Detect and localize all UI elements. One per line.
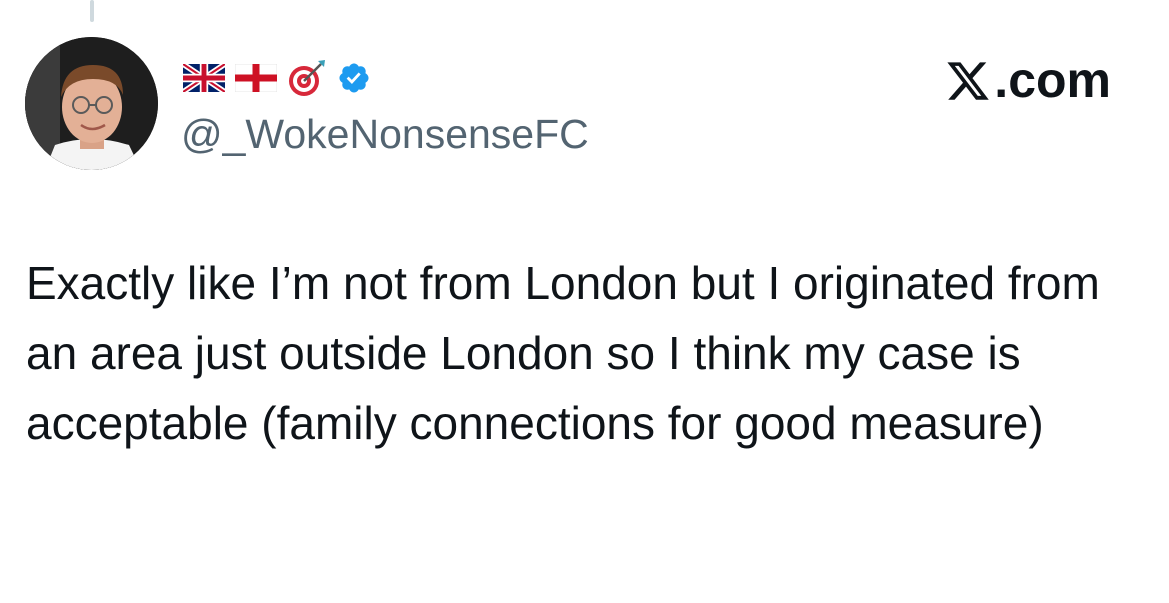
england-flag-icon (234, 63, 278, 93)
uk-flag-icon (181, 61, 227, 95)
x-logo-icon (944, 57, 992, 103)
tweet-text: Exactly like I’m not from London but I o… (26, 257, 1100, 449)
user-handle[interactable]: @_WokeNonsenseFC (181, 110, 589, 158)
thread-connector-line (90, 0, 94, 22)
brand-watermark: .com (944, 50, 1111, 110)
display-name-emojis (181, 58, 371, 98)
brand-label: .com (994, 52, 1111, 108)
direct-hit-target-icon (287, 58, 327, 98)
avatar[interactable] (25, 37, 158, 170)
avatar-photo (25, 37, 158, 170)
verified-badge-icon (337, 61, 371, 95)
